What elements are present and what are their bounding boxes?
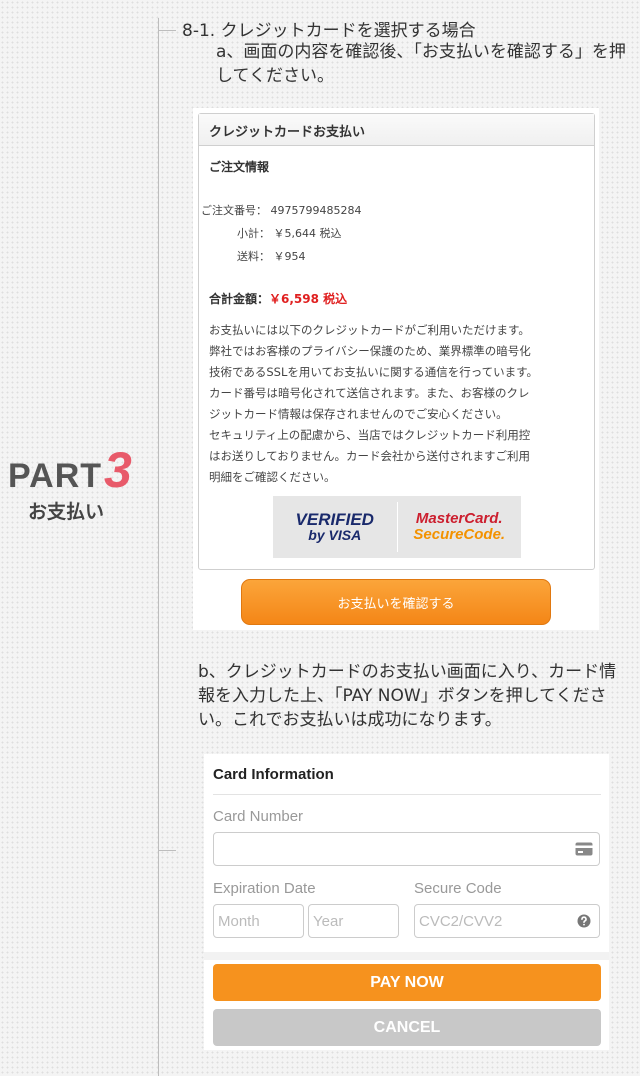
total-value: ￥6,598 税込: [269, 292, 348, 306]
shipping-row: 送料： ￥954: [237, 248, 306, 264]
question-circle-icon[interactable]: [568, 904, 600, 938]
payment-box-header: クレジットカードお支払い: [199, 114, 594, 146]
order-info-title: ご注文情報: [209, 160, 270, 174]
total-row: 合計金額：￥6,598 税込: [209, 290, 347, 307]
notice-line: 技術であるSSLを用いてお支払いに関する通信を行っています。: [209, 365, 538, 379]
shipping-value: ￥954: [273, 250, 306, 263]
notice-line: はお送りしておりません。カード会社から送付されますご利用: [209, 449, 530, 463]
step-a-instruction: a、画面の内容を確認後、「お支払いを確認する」を押してください。: [216, 42, 626, 86]
cancel-button[interactable]: CANCEL: [213, 1009, 601, 1046]
secure-code-input[interactable]: [414, 904, 569, 938]
card-brand-logos: VERIFIED by VISA MasterCard. SecureCode.: [273, 496, 521, 558]
part-number: 3: [104, 442, 132, 498]
card-info-title: Card Information: [213, 766, 334, 783]
subtotal-row: 小計： ￥5,644 税込: [237, 225, 342, 241]
timeline-tick: [158, 850, 176, 851]
subtotal-label: 小計：: [237, 227, 270, 240]
notice-line: カード番号は暗号化されて送信されます。また、お客様のクレ: [209, 386, 530, 400]
expiration-date-label: Expiration Date: [213, 880, 316, 897]
step-heading: 8-1. クレジットカードを選択する場合: [182, 21, 476, 41]
divider: [213, 794, 601, 795]
order-number-label: ご注文番号：: [201, 204, 267, 217]
order-number-value: 4975799485284: [270, 204, 362, 217]
expiration-month-input[interactable]: [213, 904, 304, 938]
notice-line: お支払いには以下のクレジットカードがご利用いただけます。: [209, 323, 530, 337]
verified-by-visa-logo: VERIFIED by VISA: [295, 509, 374, 543]
timeline-line: [158, 18, 159, 1076]
expiration-year-input[interactable]: [308, 904, 399, 938]
secure-code-label: Secure Code: [414, 880, 502, 897]
notice-line: ジットカード情報は保存されませんのでご安心ください。: [209, 407, 508, 421]
pay-now-button[interactable]: PAY NOW: [213, 964, 601, 1001]
part-label: PART 3 お支払い: [8, 442, 138, 524]
credit-card-icon: [568, 832, 600, 866]
credit-card-payment-box: クレジットカードお支払い ご注文情報 ご注文番号： 4975799485284 …: [198, 113, 595, 570]
card-number-input[interactable]: [213, 832, 569, 866]
card-number-label: Card Number: [213, 808, 304, 825]
step-b-instruction: b、クレジットカードのお支払い画面に入り、カード情報を入力した上、「PAY NO…: [198, 662, 617, 730]
mastercard-securecode-logo: MasterCard. SecureCode.: [413, 509, 506, 543]
shipping-label: 送料：: [237, 250, 270, 263]
timeline-tick: [158, 30, 176, 31]
notice-line: 明細をご確認ください。: [209, 470, 336, 484]
part-subtitle: お支払い: [28, 501, 105, 523]
subtotal-value: ￥5,644 税込: [273, 227, 342, 240]
form-separator: [204, 952, 609, 960]
payment-notice: お支払いには以下のクレジットカードがご利用いただけます。 弊社ではお客様のプライ…: [209, 320, 587, 488]
card-information-form: Card Information Card Number Expiration …: [204, 754, 609, 1050]
order-number-row: ご注文番号： 4975799485284: [201, 202, 361, 218]
part-word: PART: [8, 457, 103, 495]
notice-line: 弊社ではお客様のプライバシー保護のため、業界標準の暗号化: [209, 344, 531, 358]
notice-line: セキュリティ上の配慮から、当店ではクレジットカード利用控: [209, 428, 531, 442]
confirm-payment-button[interactable]: お支払いを確認する: [241, 579, 551, 625]
part-title: PART 3: [8, 442, 138, 498]
total-label: 合計金額：: [209, 292, 270, 306]
